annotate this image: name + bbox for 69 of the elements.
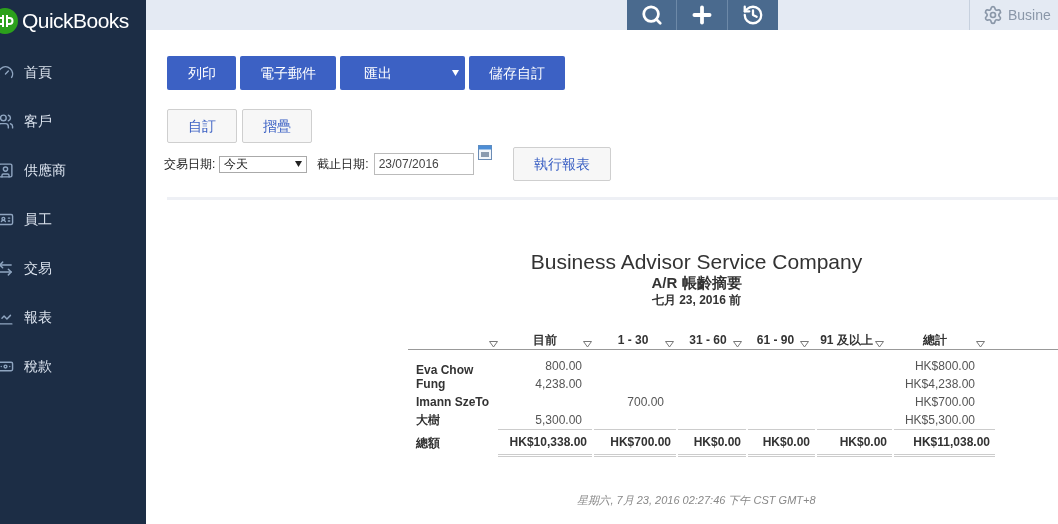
total-amount: HK$0.00 [762,434,810,451]
sort-icon[interactable] [583,341,592,348]
sort-icon[interactable] [489,341,498,348]
toolbar-button[interactable]: 電子郵件 [240,56,336,90]
caret-icon [295,161,303,167]
date-select[interactable]: 今天 [219,155,308,173]
gauge-icon [0,64,14,81]
toolbar-button[interactable]: 自訂 [167,109,237,143]
field-label: 交易日期: [164,156,216,173]
total-amount: HK$11,038.00 [913,434,990,451]
column-header: 31 - 60 [689,333,727,347]
toolbar-button[interactable]: 摺疊 [242,109,312,143]
arrows-icon [0,260,14,277]
total-label: 總額 [416,436,440,450]
amount-cell: HK$700.00 [914,395,975,409]
badge-icon [0,211,14,228]
calendar-icon[interactable] [477,145,492,160]
customer-name: Eva Chow [416,363,474,377]
amount-cell: HK$4,238.00 [904,377,975,391]
sort-icon[interactable] [976,341,985,348]
column-header: 1 - 30 [617,333,649,347]
brand-name: QuickBooks [22,8,129,35]
sort-icon[interactable] [665,341,674,348]
logo-icon[interactable] [0,8,18,34]
toolbar-button[interactable]: 匯出 [340,56,465,90]
amount-cell: 5,300.00 [535,413,582,427]
amount-cell: HK$5,300.00 [904,413,975,427]
history-icon [742,4,764,26]
field-label: 截止日期: [317,156,369,173]
people-icon [0,113,14,130]
column-header: 91 及以上 [820,333,873,347]
customer-name: 大樹 [416,413,440,427]
amount-cell: 700.00 [627,395,664,409]
sidebar-item[interactable]: 稅款 [0,342,146,391]
run-report-button[interactable]: 執行報表 [512,147,611,181]
sidebar-item[interactable]: 報表 [0,293,146,342]
amount-cell: 800.00 [545,359,582,373]
toolbar-button[interactable]: 儲存自訂 [469,56,565,90]
sort-icon[interactable] [875,341,884,348]
sidebar-item[interactable]: 交易 [0,244,146,293]
date-field[interactable]: 23/07/2016 [373,153,474,175]
customer-name: Imann SzeTo [416,395,490,409]
sidebar-item[interactable]: 員工 [0,195,146,244]
company-name: Business Advisor Service Company [530,250,863,274]
total-amount: HK$700.00 [610,434,671,451]
settings-icon [983,5,1003,25]
id-card-icon [0,162,14,179]
amount-cell: 4,238.00 [535,377,582,391]
report-title: A/R 帳齡摘要 [651,274,742,292]
sidebar-item[interactable]: 首頁 [0,48,146,97]
sidebar-item[interactable]: 客戶 [0,97,146,146]
column-header: 61 - 90 [756,333,795,347]
report-date: 七月 23, 2016 前 [651,292,742,308]
total-amount: HK$0.00 [839,434,887,451]
column-header: 總計 [922,333,947,347]
toolbar-button[interactable]: 列印 [167,56,236,90]
search-icon [640,4,663,26]
sort-icon[interactable] [800,341,809,348]
sidebar-item[interactable]: 供應商 [0,146,146,195]
customer-name: Fung [416,377,446,391]
history-button[interactable] [728,0,778,30]
sort-icon[interactable] [733,341,742,348]
add-button[interactable] [677,0,728,30]
report-timestamp: 星期六, 7月 23, 2016 02:27:46 下午 CST GMT+8 [577,493,816,508]
total-amount: HK$0.00 [693,434,741,451]
total-amount: HK$10,338.00 [509,434,587,451]
column-header: 目前 [533,333,557,347]
amount-cell: HK$800.00 [914,359,975,373]
search-button[interactable] [627,0,677,30]
